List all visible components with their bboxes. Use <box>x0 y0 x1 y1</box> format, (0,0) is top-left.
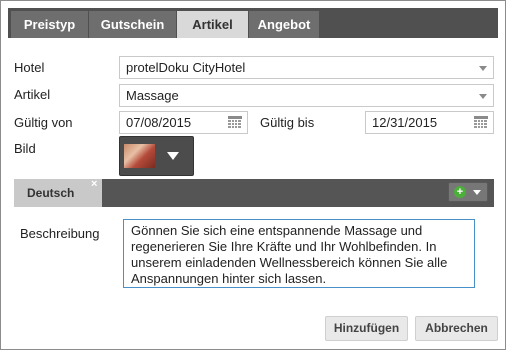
chevron-down-icon <box>473 190 481 195</box>
chevron-down-icon <box>479 66 487 71</box>
plus-icon: + <box>454 186 466 198</box>
add-language-button[interactable]: + <box>448 182 488 202</box>
tab-gutschein[interactable]: Gutschein <box>89 11 176 38</box>
hotel-select-value: protelDoku CityHotel <box>126 60 246 75</box>
chevron-down-icon <box>167 152 179 160</box>
massage-thumbnail-image <box>124 144 155 168</box>
image-picker-button[interactable] <box>119 136 194 176</box>
abbrechen-button[interactable]: Abbrechen <box>415 316 498 341</box>
hotel-select[interactable]: protelDoku CityHotel <box>119 56 494 79</box>
close-icon[interactable]: × <box>91 177 97 191</box>
calendar-icon[interactable] <box>474 116 488 129</box>
hinzufuegen-button[interactable]: Hinzufügen <box>325 316 408 341</box>
beschreibung-label: Beschreibung <box>20 226 100 241</box>
beschreibung-textarea[interactable]: Gönnen Sie sich eine entspannende Massag… <box>123 219 475 288</box>
chevron-down-icon <box>479 94 487 99</box>
gueltig-von-label: Gültig von <box>14 115 73 130</box>
gueltig-von-value: 07/08/2015 <box>126 115 192 130</box>
language-tab-strip: Deutsch × + <box>14 177 494 207</box>
tab-preistyp[interactable]: Preistyp <box>11 11 88 38</box>
gueltig-bis-date-input[interactable]: 12/31/2015 <box>365 111 494 134</box>
calendar-icon[interactable] <box>228 116 242 129</box>
language-tab-deutsch[interactable]: Deutsch × <box>14 177 102 207</box>
language-tab-label: Deutsch <box>27 186 75 200</box>
gueltig-bis-label: Gültig bis <box>260 115 315 130</box>
gueltig-von-date-input[interactable]: 07/08/2015 <box>119 111 248 134</box>
hotel-label: Hotel <box>14 60 45 75</box>
tab-artikel[interactable]: Artikel <box>177 11 248 38</box>
article-dialog: Preistyp Gutschein Artikel Angebot Hotel… <box>0 0 506 350</box>
bild-label: Bild <box>14 141 36 156</box>
gueltig-bis-value: 12/31/2015 <box>372 115 438 130</box>
artikel-select[interactable]: Massage <box>119 84 494 107</box>
tab-strip: Preistyp Gutschein Artikel Angebot <box>8 8 498 38</box>
tab-angebot[interactable]: Angebot <box>249 11 319 38</box>
artikel-select-value: Massage <box>126 88 179 103</box>
artikel-label: Artikel <box>14 87 51 102</box>
